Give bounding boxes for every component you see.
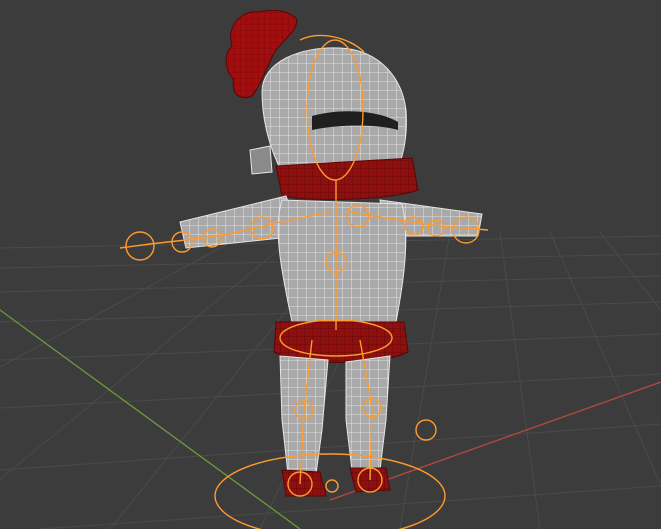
3d-viewport[interactable]	[0, 0, 661, 529]
knee-pole-target[interactable]	[415, 419, 437, 441]
helmet	[261, 47, 407, 173]
axis-y	[0, 309, 301, 529]
viewport-canvas[interactable]	[0, 0, 661, 529]
right-leg	[345, 355, 391, 471]
heel-marker[interactable]	[325, 479, 339, 493]
helmet-side-lock	[249, 145, 273, 175]
